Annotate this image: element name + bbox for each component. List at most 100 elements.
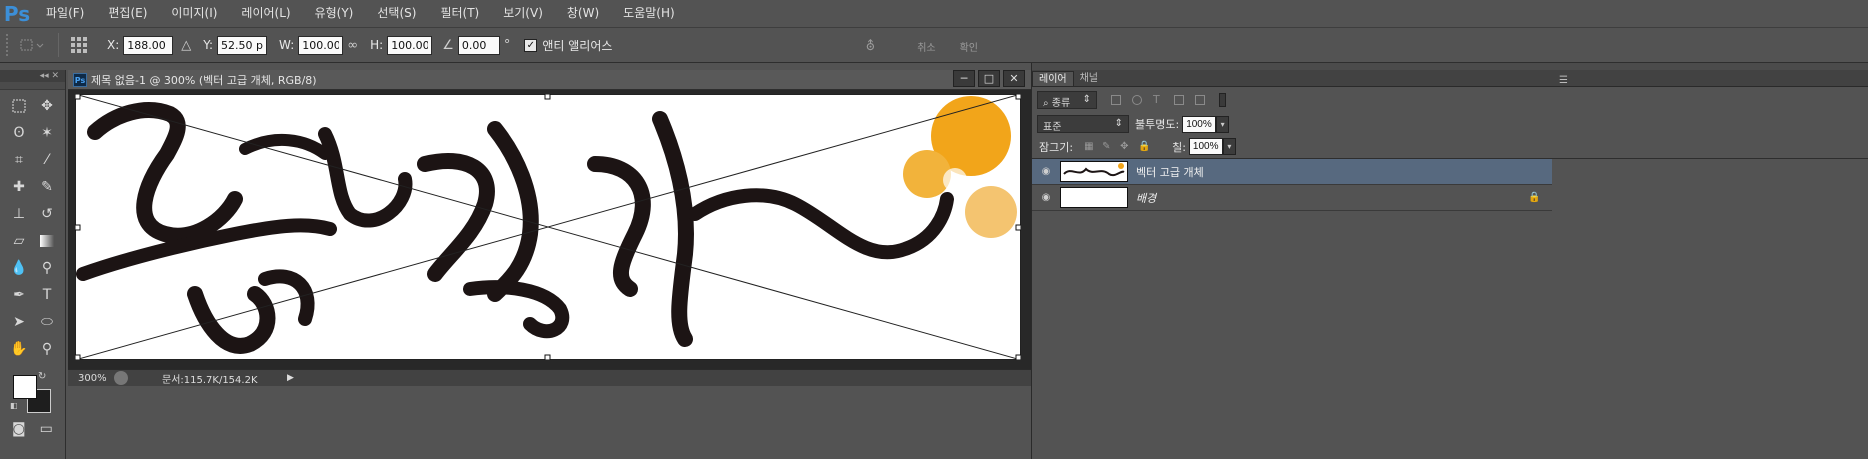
layer-thumbnail [1060, 161, 1128, 182]
layer-filter-row: ⌕ 종류 ⇕ T [1032, 87, 1868, 113]
cancel-transform-button[interactable]: 취소 [917, 39, 935, 54]
document-tab[interactable]: Ps 제목 없음-1 @ 300% (벡터 고급 개체, RGB/8) ─ □ … [68, 70, 1031, 90]
opacity-dropdown-icon[interactable]: ▾ [1216, 115, 1230, 133]
default-colors-icon[interactable]: ◧ [10, 401, 18, 410]
filter-shape-icon[interactable] [1174, 95, 1184, 105]
ellipse-tool-icon[interactable]: ⬭ [33, 310, 61, 334]
type-tool-icon[interactable]: T [33, 283, 61, 307]
marquee-tool-icon[interactable] [5, 94, 33, 118]
eyedropper-icon[interactable]: ⁄ [33, 148, 61, 172]
menu-select[interactable]: 선택(S) [365, 0, 428, 27]
filter-pixel-icon[interactable] [1111, 95, 1121, 105]
layer-row-smart-object[interactable]: ◉ 벡터 고급 개체 [1032, 159, 1552, 185]
blur-tool-icon[interactable]: 💧 [5, 256, 33, 280]
menu-filter[interactable]: 필터(T) [428, 0, 491, 27]
stamp-tool-icon[interactable]: ⊥ [5, 202, 33, 226]
eraser-tool-icon[interactable]: ▱ [5, 229, 33, 253]
height-input[interactable] [387, 35, 433, 55]
width-input[interactable] [298, 35, 344, 55]
flower-petal [903, 150, 951, 198]
filter-toggle[interactable] [1219, 93, 1226, 107]
menu-edit[interactable]: 편집(E) [96, 0, 159, 27]
panel-grip[interactable] [1032, 63, 1868, 70]
move-tool-icon[interactable]: ✥ [33, 94, 61, 118]
link-icon[interactable]: ∞ [347, 38, 358, 53]
x-label: X: [107, 38, 120, 52]
antialias-checkbox[interactable]: ✓ [524, 38, 538, 52]
options-right-group: ⛢ 취소 확인 [854, 28, 1868, 64]
menu-type[interactable]: 유형(Y) [303, 0, 366, 27]
layer-name[interactable]: 벡터 고급 개체 [1136, 164, 1204, 180]
menu-file[interactable]: 파일(F) [34, 0, 96, 27]
lock-transparency-icon[interactable]: ▦ [1084, 141, 1094, 152]
delta-icon[interactable]: △ [181, 38, 191, 53]
filter-smart-object-icon[interactable] [1195, 95, 1205, 105]
layer-name[interactable]: 배경 [1136, 190, 1156, 206]
menu-image[interactable]: 이미지(I) [159, 0, 229, 27]
foreground-color[interactable] [13, 375, 37, 399]
tab-channels[interactable]: 채널 [1074, 71, 1104, 86]
separator [58, 33, 59, 57]
visibility-eye-icon[interactable]: ◉ [1036, 192, 1056, 203]
antialias-label: 앤티 앨리어스 [542, 38, 613, 53]
lock-icon: 🔒 [1528, 192, 1541, 203]
fill-dropdown-icon[interactable]: ▾ [1222, 138, 1236, 155]
layer-thumbnail [1060, 187, 1128, 208]
zoom-tool-icon[interactable]: ⚲ [33, 337, 61, 361]
blend-mode-select[interactable]: 표준 ⇕ [1037, 115, 1129, 133]
lock-pixels-icon[interactable]: ✎ [1102, 141, 1112, 152]
lock-position-icon[interactable]: ✥ [1120, 141, 1130, 152]
toolbox-collapse[interactable]: ◂◂ ✕ [0, 70, 65, 82]
hand-tool-icon[interactable]: ✋ [5, 337, 33, 361]
menu-view[interactable]: 보기(V) [491, 0, 555, 27]
filter-label: ⌕ 종류 [1043, 98, 1071, 109]
document-canvas[interactable] [74, 93, 1022, 361]
status-menu-arrow[interactable]: ▶ [287, 373, 294, 383]
panel-menu-icon[interactable]: ☰ [1559, 75, 1568, 86]
filter-adjustment-icon[interactable] [1132, 95, 1142, 105]
transform-tool-preset-icon[interactable] [12, 33, 52, 57]
angle-input[interactable] [457, 35, 500, 55]
menu-layer[interactable]: 레이어(L) [229, 0, 302, 27]
toolbox-grip[interactable] [0, 82, 65, 90]
visibility-eye-icon[interactable]: ◉ [1036, 166, 1056, 177]
history-brush-icon[interactable]: ↺ [33, 202, 61, 226]
magic-wand-icon[interactable]: ✶ [33, 121, 61, 145]
canvas-area[interactable] [68, 90, 1031, 369]
opacity-input[interactable] [1182, 115, 1217, 133]
crop-tool-icon[interactable]: ⌗ [5, 148, 33, 172]
angle-icon: ∠ [442, 37, 454, 53]
y-input[interactable] [217, 35, 268, 55]
reference-point-icon[interactable] [69, 35, 89, 55]
pen-tool-icon[interactable]: ✒ [5, 283, 33, 307]
menu-help[interactable]: 도움말(H) [611, 0, 687, 27]
zoom-level[interactable]: 300% [68, 373, 108, 384]
layer-row-background[interactable]: ◉ 배경 🔒 [1032, 185, 1552, 211]
fill-input[interactable] [1188, 138, 1223, 155]
h-label: H: [370, 38, 384, 52]
lock-all-icon[interactable]: 🔒 [1138, 141, 1150, 152]
lasso-tool-icon[interactable]: ʘ [5, 121, 33, 145]
gradient-tool-icon[interactable] [33, 229, 61, 253]
filter-type-icon[interactable]: T [1153, 94, 1163, 105]
quick-mask-icon[interactable]: ◙ [5, 417, 33, 441]
swap-colors-icon[interactable]: ↻ [38, 371, 46, 382]
screen-mode-icon[interactable]: ▭ [33, 417, 61, 441]
close-button[interactable]: ✕ [1003, 70, 1025, 87]
layer-filter-select[interactable]: ⌕ 종류 ⇕ [1037, 91, 1097, 109]
blend-mode-value: 표준 [1043, 122, 1062, 133]
tab-layers[interactable]: 레이어 [1032, 71, 1074, 86]
x-input[interactable] [123, 35, 174, 55]
chevron-icon: ⇕ [1082, 94, 1091, 105]
dodge-tool-icon[interactable]: ⚲ [33, 256, 61, 280]
toolbox: ◂◂ ✕ ✥ ʘ ✶ ⌗ ⁄ ✚ ✎ ⊥ ↺ ▱ 💧 ⚲ ✒ T ➤ ⬭ ✋ ⚲… [0, 70, 66, 459]
brush-tool-icon[interactable]: ✎ [33, 175, 61, 199]
minimize-button[interactable]: ─ [953, 70, 975, 87]
healing-brush-icon[interactable]: ✚ [5, 175, 33, 199]
commit-transform-button[interactable]: 확인 [960, 39, 978, 54]
path-select-icon[interactable]: ➤ [5, 310, 33, 334]
maximize-button[interactable]: □ [978, 70, 1000, 87]
warp-mode-icon[interactable]: ⛢ [866, 39, 876, 54]
menu-window[interactable]: 창(W) [555, 0, 611, 27]
share-icon[interactable] [114, 371, 128, 385]
